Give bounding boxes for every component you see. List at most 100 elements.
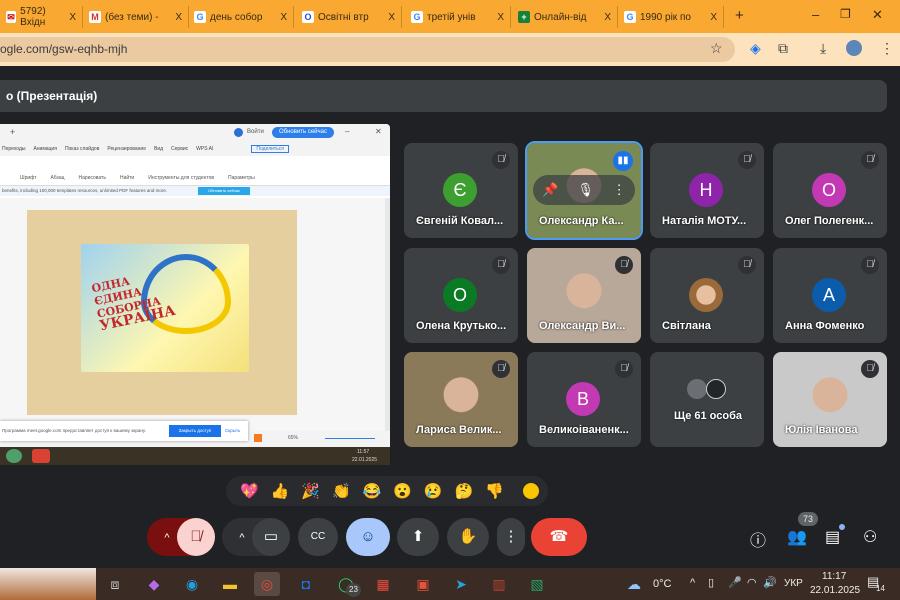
present-screen-button[interactable]: ⬆	[397, 518, 439, 556]
powerpoint-icon[interactable]: ▣	[410, 572, 436, 596]
banner-update-button[interactable]: Обновить сейчас	[198, 187, 250, 195]
tab-close-button[interactable]: X	[388, 12, 395, 23]
url-input[interactable]: ogle.com/gsw-eqhb-mjh	[0, 37, 735, 62]
browser-tab[interactable]: Gтретій унів X	[405, 6, 511, 28]
restore-button[interactable]: ❐	[840, 7, 851, 21]
participant-tile[interactable]: А 🎙̸ Анна Фоменко	[773, 248, 887, 343]
tab-close-button[interactable]: X	[710, 12, 717, 23]
minimize-button[interactable]: –	[812, 7, 819, 22]
browser-tab[interactable]: M (без теми) - X	[83, 6, 189, 28]
stop-sharing-button[interactable]: Закрыть доступ	[169, 425, 221, 437]
browser-tab[interactable]: G 1990 рік по X	[618, 6, 724, 28]
skin-tone-picker[interactable]	[523, 483, 539, 499]
wps-tool-button[interactable]: Инструменты для студентов	[148, 175, 214, 181]
edge-icon[interactable]: ◉	[179, 572, 205, 596]
more-options-button[interactable]: ⋮	[497, 518, 525, 556]
outlook-icon[interactable]: ◘	[293, 572, 319, 596]
tab-close-button[interactable]: X	[175, 12, 182, 23]
winrar-icon[interactable]: ▥	[486, 572, 512, 596]
captions-button[interactable]: CC	[298, 518, 338, 556]
reaction-emoji[interactable]: 😮	[393, 482, 412, 500]
new-tab-button[interactable]: +	[735, 7, 744, 24]
translate-icon[interactable]: ◈	[750, 40, 761, 57]
reaction-emoji[interactable]: 😂	[363, 482, 382, 500]
wps-menu-item[interactable]: Анимация	[33, 146, 56, 152]
download-icon[interactable]: ⤓	[820, 40, 826, 57]
excel-icon[interactable]: ▧	[524, 572, 550, 596]
wps-tool-button[interactable]: Нарисовать	[78, 175, 105, 181]
participant-tile[interactable]: Ще 61 особа	[650, 352, 764, 447]
file-explorer-icon[interactable]: ▬	[217, 572, 243, 596]
wps-tool-button[interactable]: Найти	[120, 175, 134, 181]
wps-menu-item[interactable]: Рецензирование	[107, 146, 146, 152]
wps-menu-item[interactable]: WPS AI	[196, 146, 213, 152]
browser-menu-icon[interactable]: ⋮	[880, 40, 894, 57]
wps-tool-button[interactable]: Абзац	[50, 175, 64, 181]
copilot-icon[interactable]: ◆	[141, 572, 167, 596]
volume-icon[interactable]: 🔊	[763, 576, 777, 589]
reaction-emoji[interactable]: 👏	[332, 482, 351, 500]
participant-tile[interactable]: 🎙̸ Лариса Велик...	[404, 352, 518, 447]
wps-tool-button[interactable]: Параметры	[228, 175, 255, 181]
browser-tab[interactable]: ✉ 5792) Вхідн X	[0, 6, 83, 28]
wps-menu-item[interactable]: Вид	[154, 146, 163, 152]
browser-tab[interactable]: Gдень собор X	[188, 6, 294, 28]
chat-icon[interactable]: ▤	[825, 527, 840, 547]
wps-minimize[interactable]: –	[345, 127, 349, 136]
slideshow-icon[interactable]	[254, 434, 262, 442]
more-vert-icon[interactable]: ⋮	[613, 182, 626, 198]
reaction-emoji[interactable]: 🤔	[455, 482, 474, 500]
login-link[interactable]: Войти	[247, 129, 264, 135]
participant-tile[interactable]: О 🎙̸ Олена Крутько...	[404, 248, 518, 343]
participant-tile[interactable]: Н 🎙̸ Наталія МОТУ...	[650, 143, 764, 238]
raise-hand-button[interactable]: ✋	[447, 518, 489, 556]
clock-time[interactable]: 11:17	[822, 571, 846, 582]
profile-avatar[interactable]	[846, 40, 862, 56]
participant-tile[interactable]: Є 🎙̸ Євгеній Ковал...	[404, 143, 518, 238]
wps-close[interactable]: ✕	[375, 127, 382, 136]
close-window-button[interactable]: ✕	[872, 7, 883, 23]
tray-mic-icon[interactable]: 🎤	[728, 576, 742, 589]
hide-link[interactable]: Скрыть	[225, 428, 240, 433]
pin-icon[interactable]: 📌	[542, 182, 558, 198]
slide-scrollbar[interactable]	[385, 198, 390, 443]
store-icon[interactable]: ▦	[370, 572, 396, 596]
wps-tool-button[interactable]: Шрифт	[20, 175, 36, 181]
search-highlight-image[interactable]	[0, 568, 96, 600]
participant-tile[interactable]: 🎙̸ Світлана	[650, 248, 764, 343]
participant-tile[interactable]: 🎙̸ Юлія Іванова	[773, 352, 887, 447]
tab-close-button[interactable]: X	[604, 12, 611, 23]
people-icon[interactable]: 👥	[787, 527, 807, 547]
reaction-emoji[interactable]: 🎉	[301, 482, 320, 500]
participant-tile[interactable]: В 🎙̸ Великоіваненк...	[527, 352, 641, 447]
meeting-info-icon[interactable]: ⓘ	[750, 527, 766, 551]
tab-close-button[interactable]: X	[69, 12, 76, 23]
leave-call-button[interactable]: ☎	[531, 518, 587, 556]
chrome-icon[interactable]: ◎	[254, 572, 280, 596]
wifi-icon[interactable]: ◠	[747, 576, 757, 589]
tab-close-button[interactable]: X	[497, 12, 504, 23]
browser-tab[interactable]: О Освітні втр X	[296, 6, 402, 28]
wps-new-tab[interactable]: +	[10, 127, 15, 137]
language-indicator[interactable]: УКР	[784, 578, 803, 589]
browser-tab[interactable]: + Онлайн-від X	[512, 6, 618, 28]
weather-cloud-icon[interactable]: ☁	[627, 576, 641, 593]
tray-chevron-icon[interactable]: ^	[690, 577, 695, 589]
zoom-slider[interactable]	[325, 438, 375, 439]
wps-menu-item[interactable]: Переходы	[2, 146, 25, 152]
reaction-emoji[interactable]: 💖	[240, 482, 259, 500]
wps-menu-item[interactable]: Сервис	[171, 146, 188, 152]
extensions-icon[interactable]: ⧉	[778, 40, 788, 57]
bookmark-star-icon[interactable]: ☆	[710, 40, 723, 57]
participant-tile[interactable]: 🎙̸ Олександр Ви...	[527, 248, 641, 343]
reactions-button[interactable]: ☺	[346, 518, 390, 556]
reaction-emoji[interactable]: 👍	[271, 482, 290, 500]
update-now-button[interactable]: Обновить сейчас	[272, 127, 334, 138]
tab-close-button[interactable]: X	[280, 12, 287, 23]
reaction-emoji[interactable]: 😢	[424, 482, 443, 500]
camera-toggle-button[interactable]: ▭	[252, 518, 290, 556]
microphone-toggle-button[interactable]: 🎙̸	[177, 518, 215, 556]
task-view-icon[interactable]: ⧈	[102, 572, 128, 596]
telegram-icon[interactable]: ➤	[448, 572, 474, 596]
clock-date[interactable]: 22.01.2025	[810, 585, 860, 596]
